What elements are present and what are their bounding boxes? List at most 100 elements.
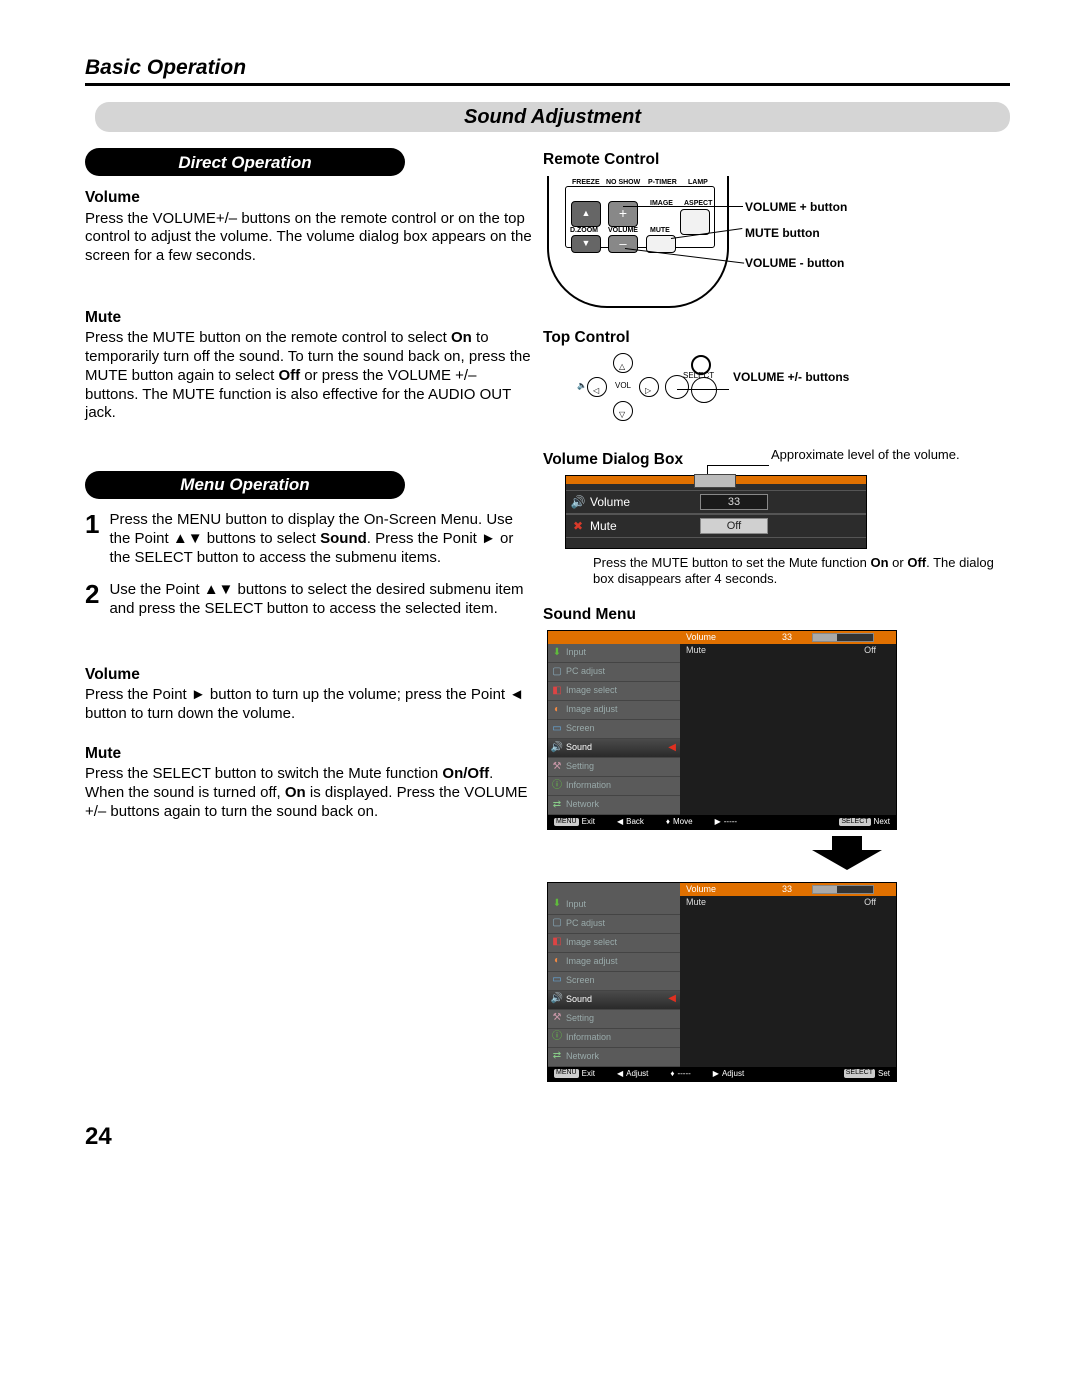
remote-control-heading: Remote Control [543, 150, 1010, 169]
menu-sidebar: ⬇Input ▢PC adjust ◧Image select ◐Image a… [548, 896, 680, 1067]
remote-control-figure: FREEZE NO SHOW P-TIMER LAMP IMAGE ASPECT… [543, 176, 1010, 316]
sidebar-item: Information [566, 780, 611, 791]
direct-operation-heading: Direct Operation [85, 148, 405, 176]
text: Press the MUTE button to set the Mute fu… [593, 555, 870, 570]
sound-menu-screenshot-1: Volume 33 ⬇Input ▢PC adjust ◧Image selec… [547, 630, 897, 830]
vdb-caption: Press the MUTE button to set the Mute fu… [593, 555, 1010, 586]
sidebar-item: PC adjust [566, 918, 605, 929]
callout-mute: MUTE button [745, 226, 820, 241]
right-column: Remote Control FREEZE NO SHOW P-TIMER LA… [543, 148, 1010, 1081]
menu-footer: MENUExit ◀ Back ♦ Move ▶ ----- SELECTNex… [548, 815, 896, 829]
callout-line [623, 206, 743, 207]
dzoom-up-button: ▲ [571, 201, 601, 227]
text-sound: Sound [320, 530, 367, 547]
footer-back: Back [626, 817, 644, 827]
volume-bar [812, 885, 874, 894]
text: Press the SELECT button to switch the Mu… [85, 765, 442, 782]
mute-paragraph: Press the MUTE button on the remote cont… [85, 329, 533, 423]
mute-paragraph-2: Press the SELECT button to switch the Mu… [85, 765, 533, 821]
volume-paragraph-2: Press the Point ► button to turn up the … [85, 686, 533, 724]
big-arrow-icon [683, 836, 1010, 876]
label-noshow: NO SHOW [606, 179, 640, 188]
callout-vplus: VOLUME + button [745, 200, 847, 215]
mute-icon: ✖ [566, 519, 590, 534]
left-button: ◁ [587, 377, 607, 397]
down-button: ▽ [613, 401, 633, 421]
volume-bar [812, 633, 874, 642]
vdb-row-volume: 🔊 Volume 33 [566, 490, 866, 514]
step-number: 2 [85, 581, 99, 619]
value: 33 [700, 494, 768, 510]
footer-dashes: ----- [724, 817, 737, 827]
aspect-button [680, 209, 710, 235]
footer-next: Next [874, 817, 890, 827]
text-on: On [285, 784, 306, 801]
label-ptimer: P-TIMER [648, 179, 677, 188]
footer-adjust: Adjust [626, 1069, 648, 1079]
step-text: Press the MENU button to display the On-… [109, 511, 533, 567]
sidebar-item: Input [566, 647, 586, 658]
value: Off [864, 645, 876, 656]
value: Off [864, 897, 876, 908]
sidebar-item: Setting [566, 1013, 594, 1024]
footer-set: Set [878, 1069, 890, 1079]
vdb-row-mute: ✖ Mute Off [566, 514, 866, 538]
badge-select: SELECT [844, 1069, 875, 1078]
sound-menu-heading: Sound Menu [543, 605, 1010, 624]
up-button: △ [613, 353, 633, 373]
footer-move: Move [673, 817, 693, 827]
footer-exit: Exit [582, 817, 595, 827]
text-on: On [451, 329, 472, 346]
head-volume-val: 33 [776, 883, 812, 896]
menu-footer: MENUExit ◀ Adjust ♦ ----- ▶ Adjust SELEC… [548, 1067, 896, 1081]
sidebar-item: Screen [566, 975, 595, 986]
head-volume: Volume [680, 883, 776, 896]
dzoom-down-button: ▼ [571, 235, 601, 253]
menu-main: MuteOff [680, 644, 896, 815]
sidebar-item: Image select [566, 685, 617, 696]
footer-adjust-2: Adjust [722, 1069, 744, 1079]
top-control-figure: △ ◁ ▷ ▽ VOL 🔈 SELECT VOLUME +/- buttons [543, 353, 1010, 438]
volume-plus-button: + [608, 201, 638, 227]
sidebar-item: Network [566, 799, 599, 810]
sidebar-item: Input [566, 899, 586, 910]
text: Press the MUTE button on the remote cont… [85, 329, 451, 346]
remote-button-panel: FREEZE NO SHOW P-TIMER LAMP IMAGE ASPECT… [565, 186, 715, 248]
footer-exit: Exit [582, 1069, 595, 1079]
menu-operation-heading: Menu Operation [85, 471, 405, 499]
volume-paragraph: Press the VOLUME+/– buttons on the remot… [85, 210, 533, 266]
text: or [889, 555, 908, 570]
chapter-title: Basic Operation [85, 55, 1010, 86]
footer-dashes: ----- [677, 1069, 690, 1079]
label-vol: VOL [615, 381, 631, 391]
sidebar-item: Image adjust [566, 704, 618, 715]
callout-line [677, 389, 729, 390]
volume-icon: 🔊 [566, 495, 590, 510]
sidebar-item: Setting [566, 761, 594, 772]
vdb-annotation: Approximate level of the volume. [771, 448, 960, 462]
sidebar-item: Network [566, 1051, 599, 1062]
label-freeze: FREEZE [572, 179, 600, 188]
volume-heading: Volume [85, 188, 533, 207]
volume-heading-2: Volume [85, 665, 533, 684]
callout-vol-buttons: VOLUME +/- buttons [733, 370, 849, 385]
label: Mute [590, 519, 700, 534]
volume-dialog-heading: Volume Dialog Box [543, 450, 683, 469]
left-column: Direct Operation Volume Press the VOLUME… [85, 148, 533, 1081]
step-2: 2 Use the Point ▲▼ buttons to select the… [85, 581, 533, 619]
badge-select: SELECT [839, 818, 870, 827]
label-aspect: ASPECT [684, 200, 712, 209]
sidebar-item-selected: Sound [566, 994, 592, 1005]
step-1: 1 Press the MENU button to display the O… [85, 511, 533, 567]
text-onoff: On/Off [442, 765, 489, 782]
sidebar-item: Screen [566, 723, 595, 734]
head-volume: Volume [680, 631, 776, 644]
text-on: On [870, 555, 888, 570]
label-lamp: LAMP [688, 179, 708, 188]
mute-heading: Mute [85, 308, 533, 327]
badge-menu: MENU [554, 1069, 579, 1078]
sidebar-item: Information [566, 1032, 611, 1043]
arrow-icon: ◀ [668, 742, 676, 755]
step-text: Use the Point ▲▼ buttons to select the d… [109, 581, 533, 619]
callout-line [707, 465, 769, 466]
